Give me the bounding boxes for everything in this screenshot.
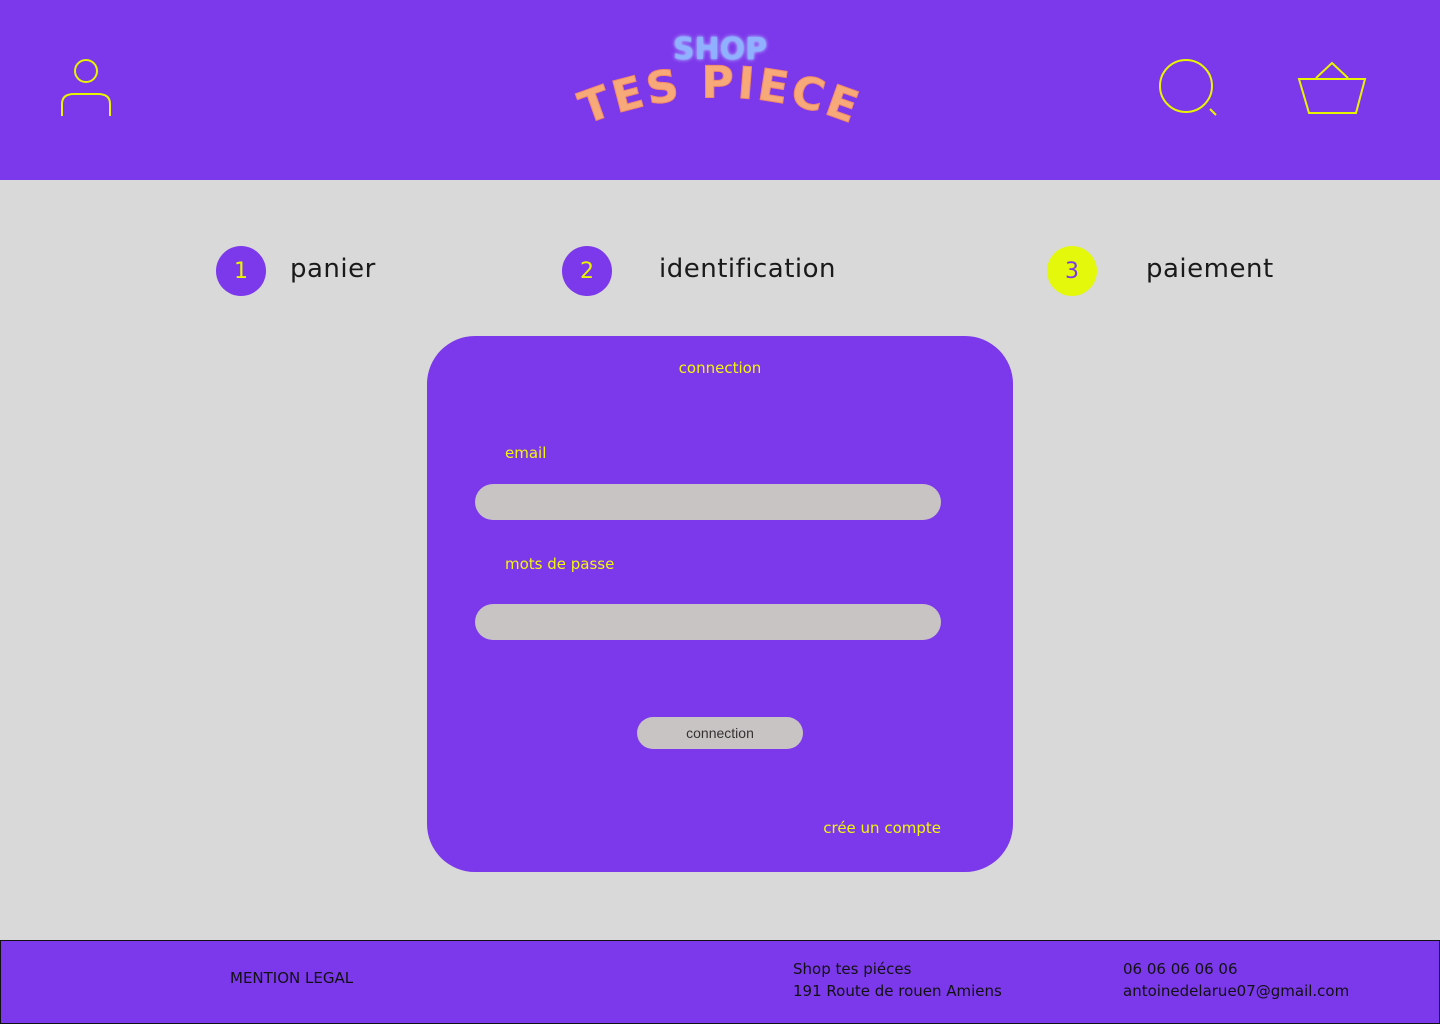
footer-address: 191 Route de rouen Amiens — [793, 982, 1002, 1000]
logo-main-text: TES PIECE — [552, 30, 888, 154]
email-label: email — [505, 444, 547, 462]
connection-button[interactable]: connection — [637, 717, 803, 749]
create-account-link[interactable]: crée un compte — [823, 819, 941, 837]
svg-text:TES PIECE: TES PIECE — [572, 57, 867, 134]
footer-phone: 06 06 06 06 06 — [1123, 960, 1238, 978]
step-3-badge[interactable]: 3 — [1047, 246, 1097, 296]
checkout-steps: 1 panier 2 identification 3 paiement — [0, 246, 1440, 296]
step-1-badge[interactable]: 1 — [216, 246, 266, 296]
password-label: mots de passe — [505, 555, 615, 573]
user-icon[interactable] — [58, 58, 114, 118]
footer-email[interactable]: antoinedelarue07@gmail.com — [1123, 982, 1349, 1000]
step-3-label[interactable]: paiement — [1146, 254, 1274, 284]
footer-shop-name: Shop tes piéces — [793, 960, 912, 978]
site-header: SHOP TES PIECE — [0, 0, 1440, 180]
search-icon[interactable] — [1158, 58, 1220, 118]
step-2-label[interactable]: identification — [659, 254, 836, 284]
email-field[interactable] — [475, 484, 941, 520]
login-card: connection email mots de passe connectio… — [427, 336, 1013, 872]
password-field[interactable] — [475, 604, 941, 640]
basket-icon[interactable] — [1296, 60, 1368, 116]
shop-logo[interactable]: SHOP TES PIECE — [552, 30, 888, 154]
step-1-label[interactable]: panier — [290, 254, 376, 284]
legal-link[interactable]: MENTION LEGAL — [230, 969, 353, 987]
step-2-badge[interactable]: 2 — [562, 246, 612, 296]
site-footer: MENTION LEGAL Shop tes piéces 191 Route … — [0, 940, 1440, 1024]
login-title: connection — [678, 359, 762, 377]
